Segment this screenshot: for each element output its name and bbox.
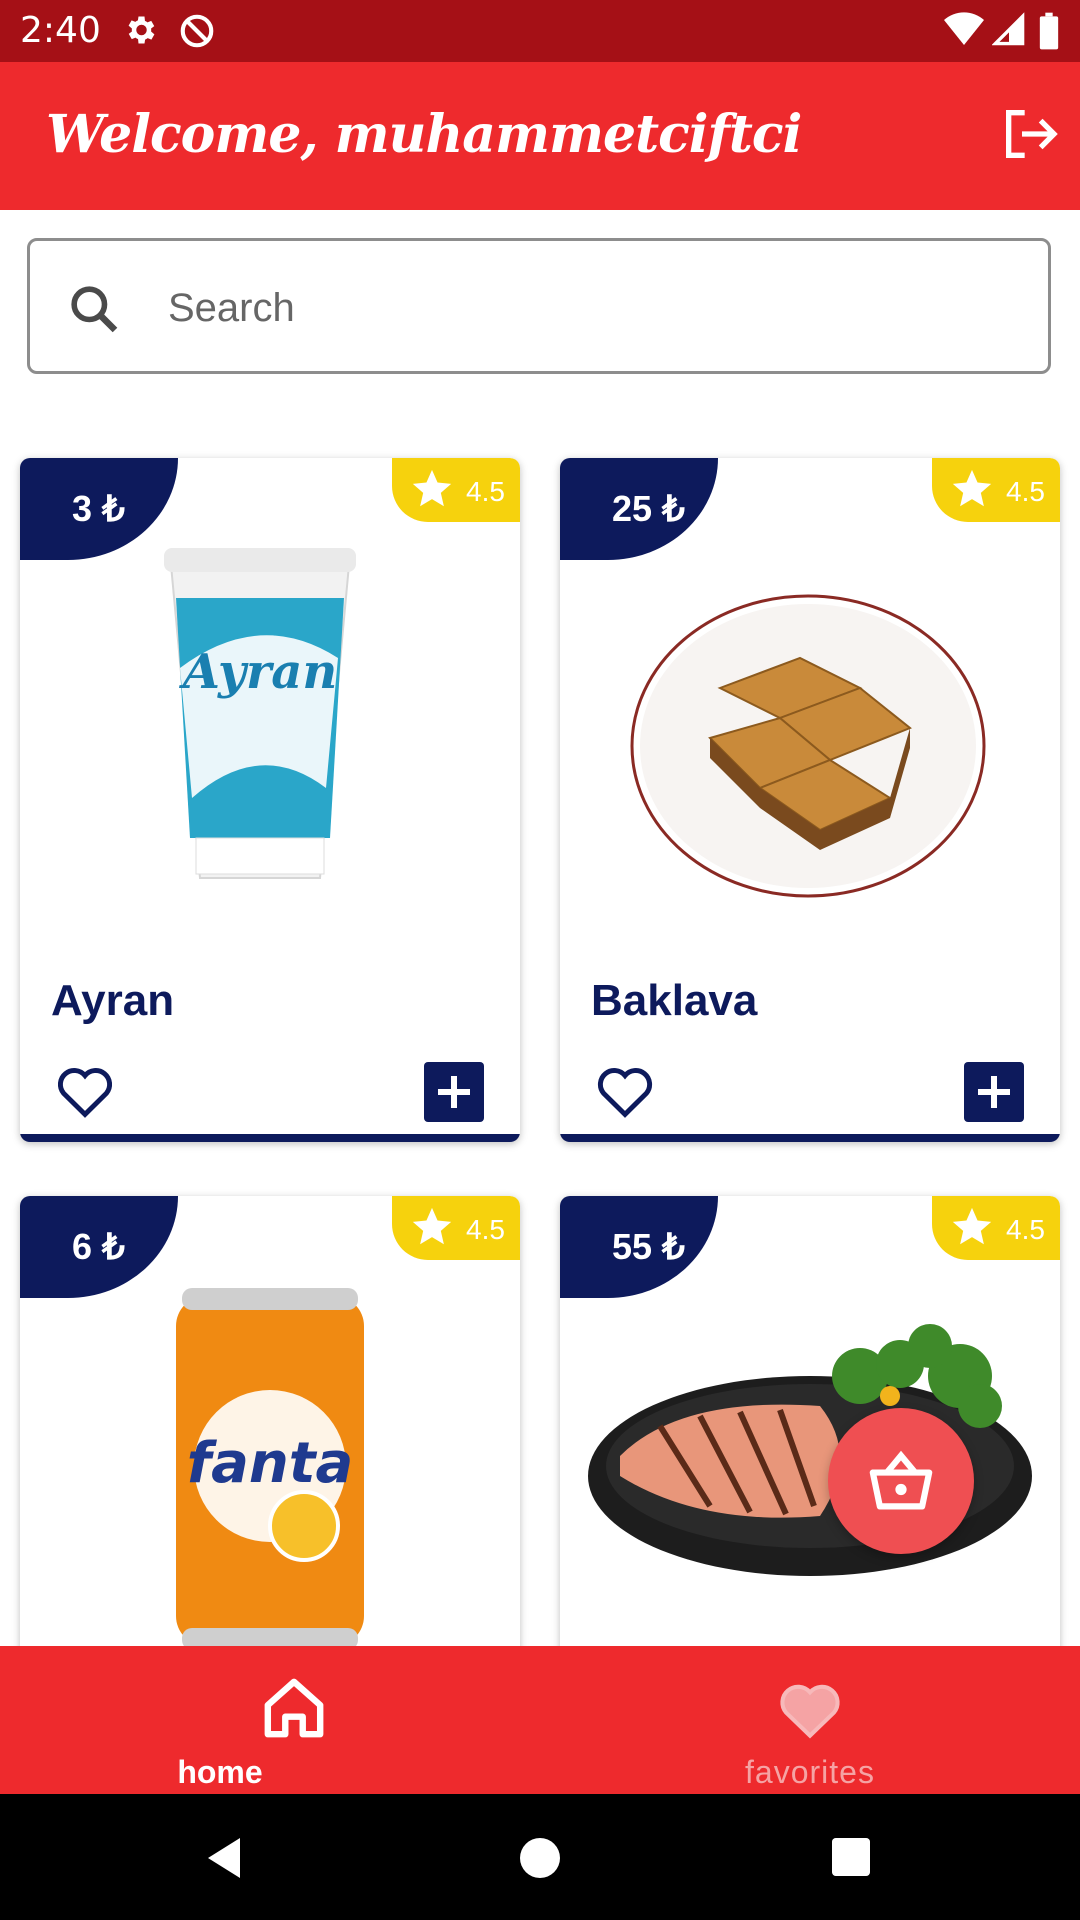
rating-badge: 4.5	[392, 1196, 520, 1260]
status-bar: 2:40	[0, 0, 1080, 62]
rating-badge: 4.5	[392, 458, 520, 522]
search-bar[interactable]	[27, 238, 1051, 374]
status-time: 2:40	[20, 10, 101, 51]
rating-badge: 4.5	[932, 458, 1060, 522]
price-label: 25 ₺	[612, 488, 685, 529]
rating-value: 4.5	[466, 1214, 505, 1245]
price-label: 3 ₺	[72, 488, 125, 529]
add-to-cart-button[interactable]	[964, 1062, 1024, 1122]
gear-icon	[128, 16, 155, 44]
rating-value: 4.5	[1006, 476, 1045, 507]
bottom-navigation: home favorites	[0, 1646, 1080, 1794]
nav-tab-home[interactable]: home	[40, 1646, 600, 1794]
rating-value: 4.5	[1006, 1214, 1045, 1245]
circle-home-icon[interactable]	[520, 1838, 560, 1878]
star-icon	[952, 1207, 992, 1245]
price-label: 6 ₺	[72, 1226, 125, 1267]
nav-label-favorites: favorites	[745, 1754, 875, 1790]
square-recents-icon[interactable]	[832, 1838, 870, 1876]
star-icon	[952, 469, 992, 507]
product-name: Baklava	[591, 976, 758, 1025]
product-image-fanta: fanta	[20, 1276, 520, 1676]
card-stripe	[20, 1134, 520, 1142]
product-card-baklava[interactable]: 25 ₺ 4.5 Baklava	[560, 458, 1060, 1142]
search-input[interactable]	[166, 271, 1030, 345]
svg-text:fanta: fanta	[187, 1431, 354, 1496]
heart-icon[interactable]	[590, 1058, 660, 1124]
system-navigation-bar	[0, 1794, 1080, 1920]
search-icon	[71, 286, 118, 333]
product-card-ayran[interactable]: Ayran 3 ₺ 4.5 Ayran	[20, 458, 520, 1142]
product-image-ayran: Ayran	[20, 538, 520, 938]
cart-fab-button[interactable]	[828, 1408, 974, 1554]
card-stripe	[560, 1134, 1060, 1142]
rating-value: 4.5	[466, 476, 505, 507]
heart-icon[interactable]	[50, 1058, 120, 1124]
app-bar: Welcome, muhammetciftci	[0, 62, 1080, 210]
svg-text:Ayran: Ayran	[179, 644, 337, 700]
basket-icon	[869, 1450, 933, 1510]
home-icon	[264, 1678, 324, 1738]
rating-badge: 4.5	[932, 1196, 1060, 1260]
wifi-icon	[944, 12, 984, 45]
nav-tab-favorites[interactable]: favorites	[540, 1646, 1080, 1794]
product-name: Ayran	[51, 976, 175, 1025]
signal-icon	[992, 12, 1025, 46]
battery-icon	[1039, 12, 1059, 50]
back-icon[interactable]	[204, 1836, 244, 1880]
page-title: Welcome, muhammetciftci	[46, 104, 802, 165]
product-image-salmon	[560, 1276, 1060, 1676]
star-icon	[412, 469, 452, 507]
heart-icon	[780, 1684, 840, 1739]
star-icon	[412, 1207, 452, 1245]
do-not-disturb-icon	[180, 14, 214, 48]
add-to-cart-button[interactable]	[424, 1062, 484, 1122]
product-image-baklava	[560, 538, 1060, 938]
nav-label-home: home	[177, 1754, 263, 1790]
logout-icon[interactable]	[998, 102, 1062, 166]
price-label: 55 ₺	[612, 1226, 685, 1267]
